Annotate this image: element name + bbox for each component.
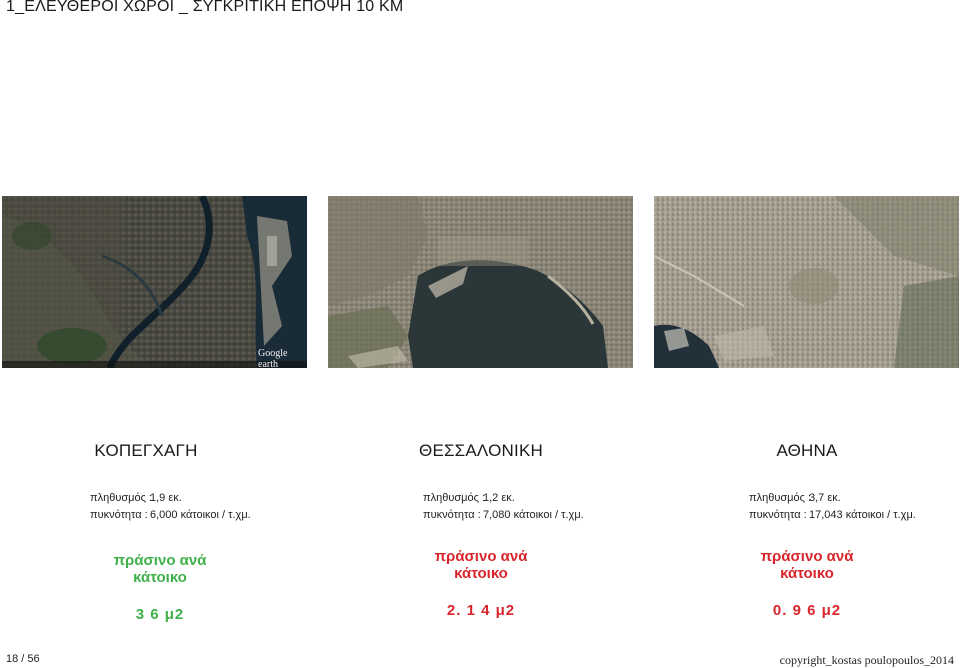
athens-satellite-image — [654, 196, 959, 368]
density-label: πυκνότητα : — [749, 509, 807, 521]
athens-stats: πληθυσμός :3,7 εκ. πυκνότητα :17,043 κάτ… — [749, 490, 916, 524]
thessaloniki-satellite-image — [328, 196, 633, 368]
metric-label-line-2: κάτοικο — [133, 569, 187, 586]
population-label: πληθυσμός : — [423, 492, 485, 504]
population-value: 1,2 εκ. — [483, 492, 515, 504]
page-number: 18 / 56 — [6, 653, 40, 665]
metric-value: 3 6 μ2 — [135, 606, 185, 623]
copenhagen-stats: πληθυσμός :1,9 εκ. πυκνότητα :6,000 κάτο… — [90, 490, 251, 524]
metric-label-line-1: πράσινο ανά — [113, 552, 207, 569]
population-value: 1,9 εκ. — [150, 492, 182, 504]
city-name-copenhagen: ΚΟΠΕΓΧΑΓΗ — [94, 441, 198, 460]
metric-label-line-2: κάτοικο — [780, 565, 834, 582]
population-label: πληθυσμός : — [749, 492, 811, 504]
density-value: 6,000 κάτοικοι / τ.χμ. — [150, 509, 251, 521]
density-label: πυκνότητα : — [423, 509, 481, 521]
page-title: 1_ΕΛΕΥΘΕΡΟΙ ΧΩΡΟΙ _ ΣΥΓΚΡΙΤΙΚΗ ΕΠΟΨΗ 10 … — [6, 0, 404, 15]
metric-label-line-1: πράσινο ανά — [434, 548, 528, 565]
population-value: 3,7 εκ. — [809, 492, 841, 504]
athens-green-metric: πράσινο ανά κάτοικο 0. 9 6 μ2 — [732, 548, 882, 619]
density-label: πυκνότητα : — [90, 509, 148, 521]
metric-value: 0. 9 6 μ2 — [772, 602, 842, 619]
metric-label-line-1: πράσινο ανά — [760, 548, 854, 565]
city-name-thessaloniki: ΘΕΣΣΑΛΟΝΙΚΗ — [419, 441, 543, 460]
copyright-text: copyright_kostas poulopoulos_2014 — [779, 653, 954, 667]
density-value: 7,080 κάτοικοι / τ.χμ. — [483, 509, 584, 521]
google-earth-logo: Google earth — [258, 348, 288, 368]
metric-value: 2. 1 4 μ2 — [446, 602, 516, 619]
metric-label-line-2: κάτοικο — [454, 565, 508, 582]
population-label: πληθυσμός : — [90, 492, 152, 504]
density-value: 17,043 κάτοικοι / τ.χμ. — [809, 509, 916, 521]
thessaloniki-stats: πληθυσμός :1,2 εκ. πυκνότητα :7,080 κάτο… — [423, 490, 584, 524]
thessaloniki-green-metric: πράσινο ανά κάτοικο 2. 1 4 μ2 — [406, 548, 556, 619]
copenhagen-green-metric: πράσινο ανά κάτοικο 3 6 μ2 — [85, 552, 235, 623]
city-name-athens: ΑΘΗΝΑ — [776, 441, 838, 460]
copenhagen-satellite-image: Google earth — [2, 196, 307, 368]
